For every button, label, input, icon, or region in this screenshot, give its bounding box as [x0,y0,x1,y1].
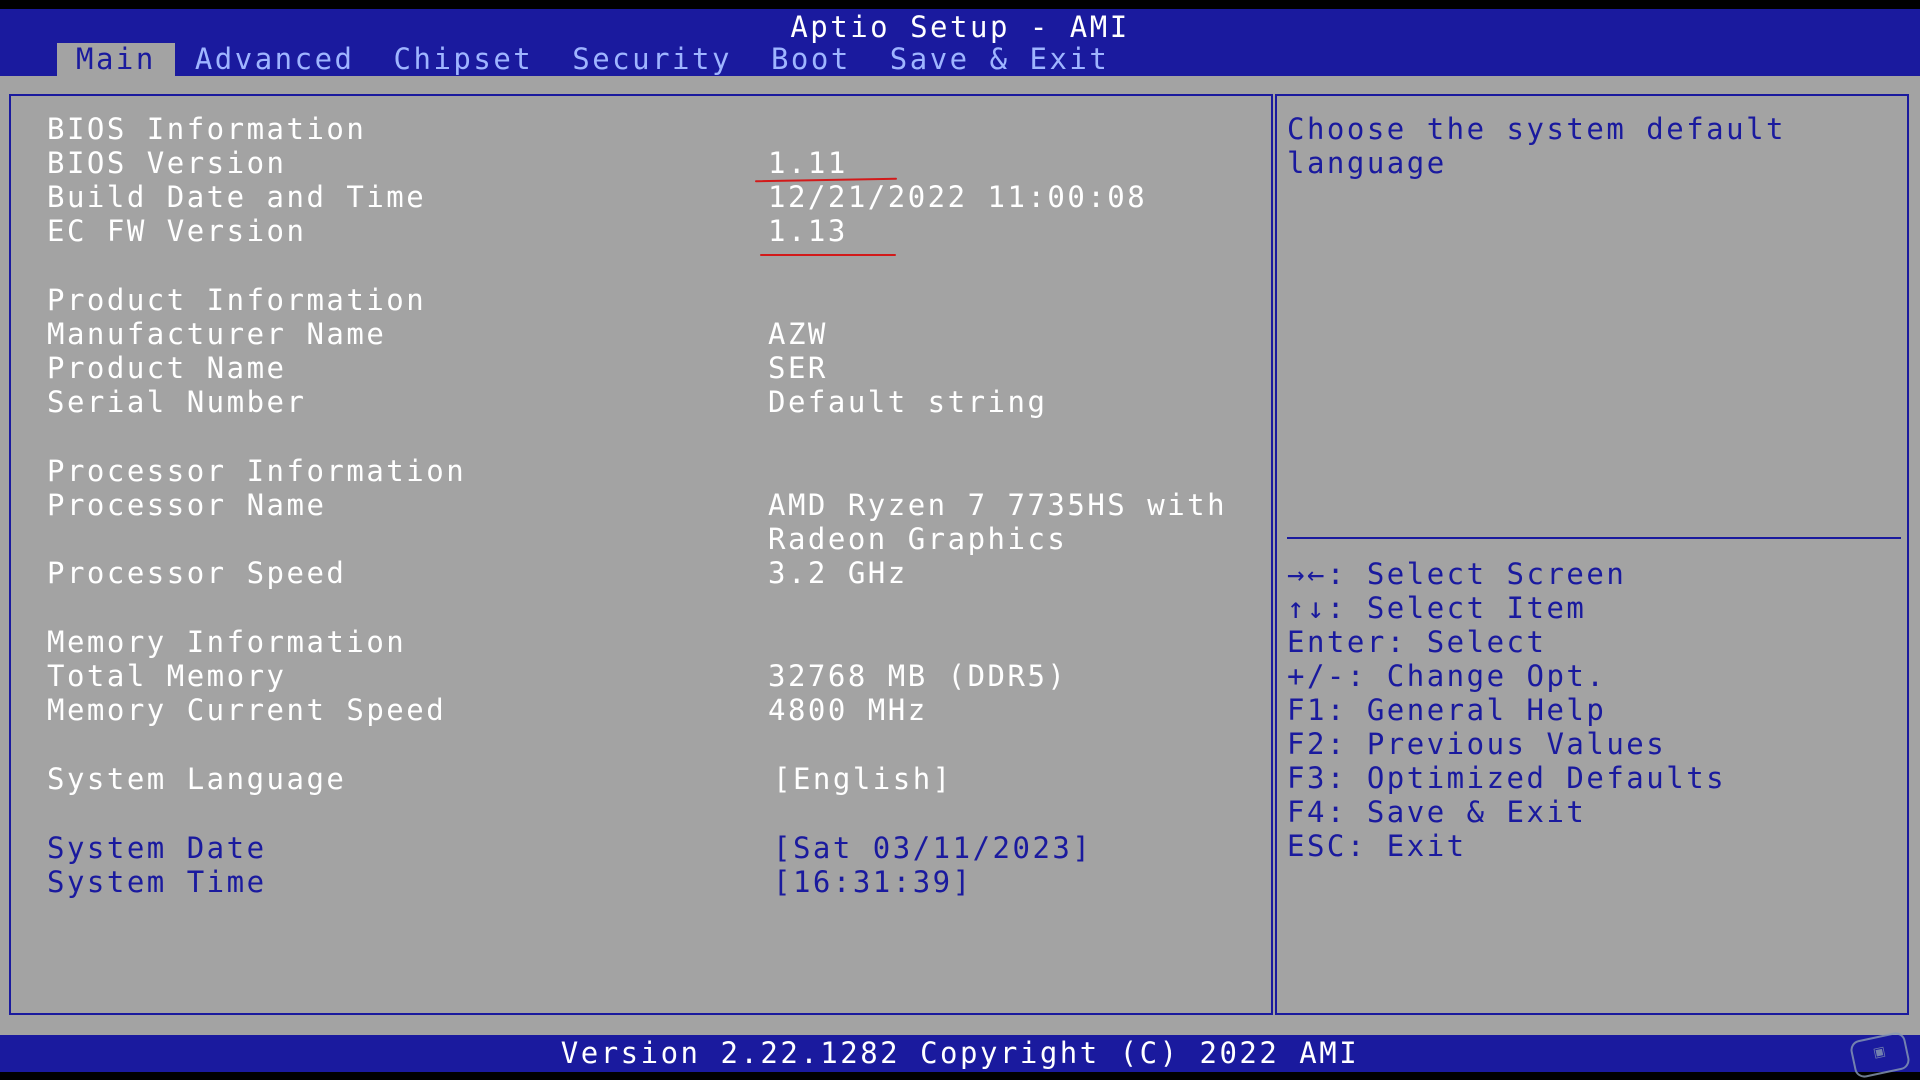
key-legend: →←: Select Screen ↑↓: Select Item Enter:… [1287,557,1897,863]
tab-advanced[interactable]: Advanced [176,43,374,76]
manufacturer-value: AZW [768,317,828,351]
bios-version-label: BIOS Version [47,146,287,180]
key-select-item: ↑↓: Select Item [1287,591,1587,625]
memory-info-heading-label: Memory Information [47,625,407,659]
product-info-heading-label: Product Information [47,283,427,317]
system-language-row[interactable]: System Language [English] [47,762,1237,796]
title-bar: Aptio Setup - AMI Main Advanced Chipset … [0,9,1920,76]
ec-fw-version-row: EC FW Version 1.13 [47,214,1237,248]
manufacturer-label: Manufacturer Name [47,317,387,351]
processor-speed-label: Processor Speed [47,556,347,590]
processor-info-heading-label: Processor Information [47,454,467,488]
key-optimized-defaults: F3: Optimized Defaults [1287,761,1727,795]
version-footer: Version 2.22.1282 Copyright (C) 2022 AMI [0,1035,1920,1072]
key-esc-exit: ESC: Exit [1287,829,1467,863]
memory-speed-value: 4800 MHz [768,693,928,727]
bios-version-row: BIOS Version 1.11 [47,146,1237,180]
processor-info-heading: Processor Information [47,454,1237,488]
serial-number-row: Serial Number Default string [47,385,1237,419]
key-save-exit: F4: Save & Exit [1287,795,1587,829]
tab-save-exit[interactable]: Save & Exit [871,43,1129,76]
serial-number-value: Default string [768,385,1048,419]
build-date-value: 12/21/2022 11:00:08 [768,180,1148,214]
system-time-label[interactable]: System Time [47,865,267,899]
product-name-row: Product Name SER [47,351,1237,385]
key-change-option: +/-: Change Opt. [1287,659,1607,693]
bios-info-heading: BIOS Information [47,112,1237,146]
ec-fw-version-label: EC FW Version [47,214,307,248]
system-date-label[interactable]: System Date [47,831,267,865]
bios-version-value: 1.11 [768,146,848,180]
processor-name-label: Processor Name [47,488,327,522]
key-enter-select: Enter: Select [1287,625,1547,659]
processor-name-row: Processor Name AMD Ryzen 7 7735HS with R… [47,488,1237,556]
manufacturer-row: Manufacturer Name AZW [47,317,1237,351]
app-title: Aptio Setup - AMI [790,10,1130,44]
ec-fw-version-value: 1.13 [768,214,848,248]
memory-info-heading: Memory Information [47,625,1237,659]
system-date-value[interactable]: [Sat 03/11/2023] [773,831,1092,865]
build-date-row: Build Date and Time 12/21/2022 11:00:08 [47,180,1237,214]
memory-speed-row: Memory Current Speed 4800 MHz [47,693,1237,727]
total-memory-value: 32768 MB (DDR5) [768,659,1068,693]
processor-name-value-line1: AMD Ryzen 7 7735HS with [768,488,1228,522]
system-language-value[interactable]: [English] [773,762,953,796]
processor-speed-row: Processor Speed 3.2 GHz [47,556,1237,590]
processor-speed-value: 3.2 GHz [768,556,908,590]
processor-name-value-line2: Radeon Graphics [768,522,1068,556]
system-time-value[interactable]: [16:31:39] [773,865,973,899]
tab-security[interactable]: Security [553,43,751,76]
system-time-row[interactable]: System Time [16:31:39] [47,865,1237,899]
total-memory-row: Total Memory 32768 MB (DDR5) [47,659,1237,693]
tab-boot[interactable]: Boot [752,43,870,76]
system-language-label[interactable]: System Language [47,762,346,796]
help-text: Choose the system default language [1287,112,1806,180]
tab-chipset[interactable]: Chipset [375,43,553,76]
bios-info-heading-label: BIOS Information [47,112,367,146]
red-underline-ec-version [760,254,896,256]
memory-speed-label: Memory Current Speed [47,693,447,727]
help-panel [1275,94,1909,1015]
total-memory-label: Total Memory [47,659,287,693]
key-previous-values: F2: Previous Values [1287,727,1667,761]
key-select-screen: →←: Select Screen [1287,557,1627,591]
serial-number-label: Serial Number [47,385,307,419]
product-name-value: SER [768,351,828,385]
tab-bar: Main Advanced Chipset Security Boot Save… [57,43,1129,76]
key-general-help: F1: General Help [1287,693,1607,727]
product-name-label: Product Name [47,351,287,385]
system-date-row[interactable]: System Date [Sat 03/11/2023] [47,831,1237,865]
tab-main[interactable]: Main [57,43,175,76]
help-divider [1287,537,1901,539]
build-date-label: Build Date and Time [47,180,427,214]
product-info-heading: Product Information [47,283,1237,317]
